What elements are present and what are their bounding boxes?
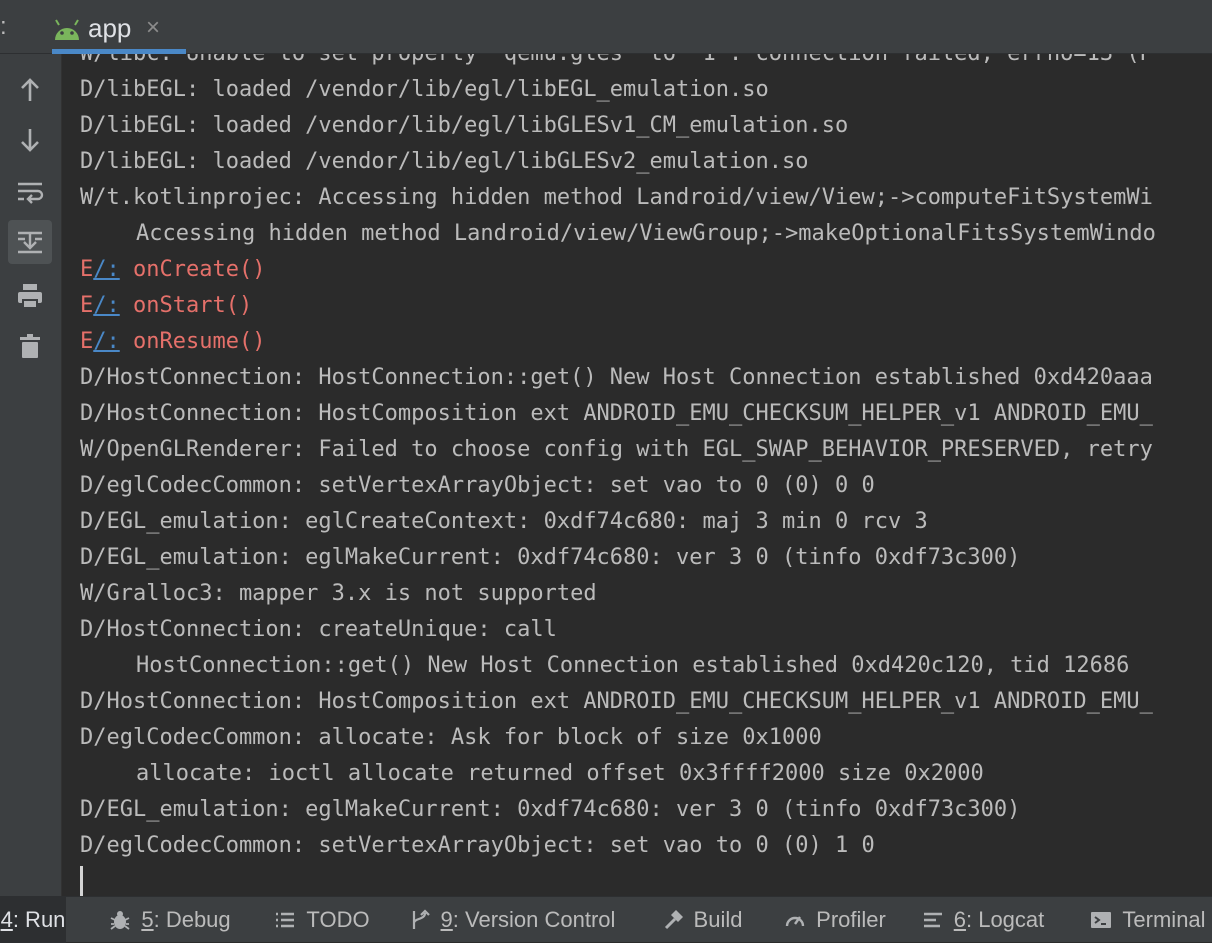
tool-tab-logcat[interactable]: 6: Logcat: [918, 897, 1048, 943]
list-icon: [274, 909, 306, 931]
bug-icon: [109, 909, 141, 931]
tool-tab-label: Build: [693, 907, 743, 932]
log-line: D/libEGL: loaded /vendor/lib/egl/libGLES…: [80, 149, 809, 174]
log-line-error: E/: onResume(): [80, 324, 265, 360]
log-line: D/EGL_emulation: eglCreateContext: 0xdf7…: [80, 509, 928, 534]
log-tag-link[interactable]: /:: [93, 329, 120, 354]
log-line: HostConnection::get() New Host Connectio…: [136, 653, 1130, 678]
log-message: onResume(): [119, 329, 266, 354]
tool-tab-todo[interactable]: TODO: [266, 897, 378, 943]
print-icon[interactable]: [8, 274, 52, 318]
close-icon[interactable]: ×: [146, 16, 160, 40]
tool-tab-run[interactable]: 4: Run: [0, 897, 66, 943]
log-line: W/t.kotlinprojec: Accessing hidden metho…: [80, 185, 1153, 210]
logcat-icon: [922, 909, 954, 931]
gauge-icon: [784, 909, 816, 931]
up-arrow-icon[interactable]: [8, 68, 52, 112]
hammer-icon: [662, 909, 694, 931]
log-level: E: [80, 293, 94, 318]
log-line: D/HostConnection: createUnique: call: [80, 617, 557, 642]
log-line-error: E/: onCreate(): [80, 252, 265, 288]
log-line: D/eglCodecCommon: setVertexArrayObject: …: [80, 833, 875, 858]
tool-tab-version-control[interactable]: 9: Version Control: [402, 897, 622, 943]
log-line: W/libc: Unable to set property "qemu.gle…: [80, 54, 1153, 72]
log-line: W/OpenGLRenderer: Failed to choose confi…: [80, 437, 1153, 462]
tool-tab-number: 9: [440, 907, 453, 932]
log-line: D/EGL_emulation: eglMakeCurrent: 0xdf74c…: [80, 797, 1021, 822]
tab-app[interactable]: app ×: [36, 0, 186, 54]
tool-tab-profiler[interactable]: Profiler: [776, 897, 894, 943]
log-line: D/eglCodecCommon: setVertexArrayObject: …: [80, 473, 875, 498]
trash-icon[interactable]: [8, 324, 52, 368]
console-toolbar: [0, 54, 62, 896]
log-line: D/libEGL: loaded /vendor/lib/egl/libGLES…: [80, 113, 849, 138]
run-tool-window-header: : app ×: [0, 0, 1212, 54]
vcs-icon: [409, 909, 441, 931]
terminal-icon: [1090, 909, 1122, 931]
run-prefix: :: [0, 13, 7, 40]
tool-tab-number: 6: [953, 907, 966, 932]
tool-tab-number: 4: [0, 907, 13, 932]
log-line: D/libEGL: loaded /vendor/lib/egl/libEGL_…: [80, 77, 769, 102]
log-level: E: [80, 329, 94, 354]
log-line: D/HostConnection: HostComposition ext AN…: [80, 401, 1153, 426]
down-arrow-icon[interactable]: [8, 118, 52, 162]
tool-tab-label: : Run: [12, 907, 66, 932]
log-line: D/eglCodecCommon: allocate: Ask for bloc…: [80, 725, 822, 750]
log-level: E: [80, 257, 94, 282]
console-output[interactable]: W/libc: Unable to set property "qemu.gle…: [62, 54, 1212, 896]
tool-tab-label: : Version Control: [452, 907, 616, 932]
tool-tab-terminal[interactable]: Terminal: [1084, 897, 1212, 943]
log-line: D/HostConnection: HostComposition ext AN…: [80, 689, 1153, 714]
tool-tab-label: Terminal: [1122, 907, 1206, 932]
log-line: W/Gralloc3: mapper 3.x is not supported: [80, 581, 597, 606]
tool-window-bar: 4: Run 5: Debug TODO 9: Version Control Buil…: [0, 896, 1212, 943]
tool-tab-label: : Logcat: [965, 907, 1045, 932]
log-line: Accessing hidden method Landroid/view/Vi…: [136, 221, 1156, 246]
log-line: allocate: ioctl allocate returned offset…: [136, 761, 984, 786]
log-message: onStart(): [119, 293, 253, 318]
log-message: onCreate(): [119, 257, 266, 282]
log-line-error: E/: onStart(): [80, 288, 252, 324]
soft-wrap-icon[interactable]: [8, 170, 52, 214]
tool-tab-label: : Debug: [153, 907, 231, 932]
tool-tab-label: TODO: [306, 907, 370, 932]
log-tag-link[interactable]: /:: [93, 257, 120, 282]
tool-tab-number: 5: [141, 907, 154, 932]
text-cursor: [80, 866, 83, 896]
tool-tab-build[interactable]: Build: [652, 897, 752, 943]
log-line: D/HostConnection: HostConnection::get() …: [80, 365, 1153, 390]
tab-label: app: [88, 13, 132, 43]
log-tag-link[interactable]: /:: [93, 293, 120, 318]
tool-tab-debug[interactable]: 5: Debug: [100, 897, 240, 943]
android-icon: [55, 19, 79, 40]
tool-tab-label: Profiler: [816, 907, 886, 932]
scroll-to-end-icon[interactable]: [8, 220, 52, 264]
log-line: D/EGL_emulation: eglMakeCurrent: 0xdf74c…: [80, 545, 1021, 570]
